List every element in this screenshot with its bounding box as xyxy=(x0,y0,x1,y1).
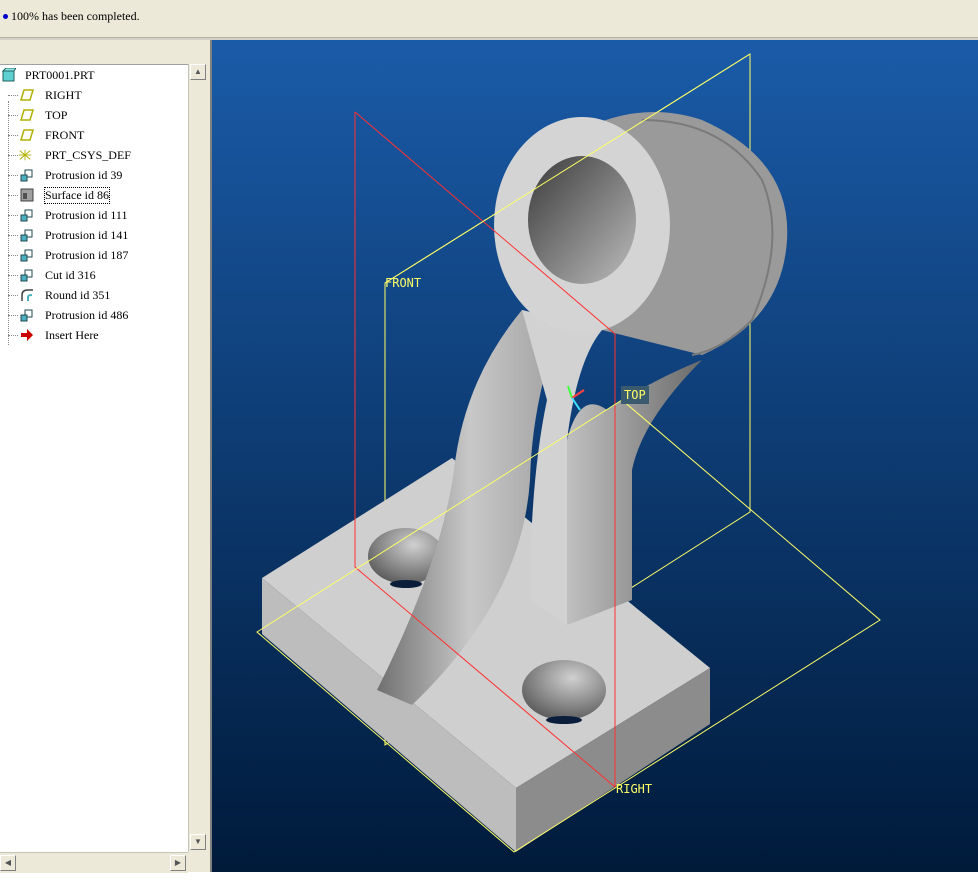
tree-vertical-scrollbar[interactable]: ▲ ▼ xyxy=(188,64,207,852)
surface-icon xyxy=(20,188,34,202)
tree-item-protrusion-111[interactable]: Protrusion id 111 xyxy=(0,205,188,225)
tree-item-csys[interactable]: PRT_CSYS_DEF xyxy=(0,145,188,165)
datum-plane-icon xyxy=(20,129,34,141)
tree-item-protrusion-486[interactable]: Protrusion id 486 xyxy=(0,305,188,325)
tree-item-label: RIGHT xyxy=(45,88,82,102)
tree-item-label: Protrusion id 486 xyxy=(45,308,129,322)
tree-root[interactable]: PRT0001.PRT xyxy=(0,65,188,85)
tree-item-label: TOP xyxy=(45,108,68,122)
scroll-right-button[interactable]: ▶ xyxy=(170,855,186,871)
part-icon xyxy=(2,68,16,82)
scroll-up-button[interactable]: ▲ xyxy=(190,64,206,80)
tree-item-front[interactable]: FRONT xyxy=(0,125,188,145)
front-plane-label: FRONT xyxy=(385,276,421,290)
datum-plane-icon xyxy=(20,89,34,101)
coordinate-system-icon xyxy=(18,149,32,161)
round-icon xyxy=(21,289,33,301)
protrusion-icon xyxy=(20,169,33,182)
tree-item-label: Cut id 316 xyxy=(45,268,96,282)
top-plane-label: TOP xyxy=(624,388,646,402)
message-text: 100% has been completed. xyxy=(11,9,140,23)
model-canvas[interactable]: FRONT TOP RIGHT xyxy=(212,40,978,872)
tree-item-top[interactable]: TOP xyxy=(0,105,188,125)
tree-item-label: PRT_CSYS_DEF xyxy=(45,148,131,162)
model-tree-panel: PRT0001.PRT RIGHT TOP FRONT PRT_CSYS_DEF xyxy=(0,40,210,893)
scroll-left-button[interactable]: ◀ xyxy=(0,855,16,871)
tree-item-label: Insert Here xyxy=(45,328,99,342)
tree-item-cut-316[interactable]: Cut id 316 xyxy=(0,265,188,285)
tree-item-protrusion-187[interactable]: Protrusion id 187 xyxy=(0,245,188,265)
tree-item-label: Protrusion id 187 xyxy=(45,248,129,262)
tree-item-label: FRONT xyxy=(45,128,85,142)
tree-item-label: Surface id 86 xyxy=(44,187,110,204)
tree-root-label: PRT0001.PRT xyxy=(25,68,95,82)
tree-item-label: Protrusion id 141 xyxy=(45,228,129,242)
tree-item-label: Protrusion id 111 xyxy=(45,208,128,222)
protrusion-icon xyxy=(20,309,33,322)
tree-item-insert-here[interactable]: Insert Here xyxy=(0,325,188,345)
message-bar: 100% has been completed. xyxy=(0,0,978,38)
tree-item-surface-86[interactable]: Surface id 86 xyxy=(0,185,188,205)
tree-horizontal-scrollbar[interactable]: ◀ ▶ xyxy=(0,852,188,873)
tree-item-label: Round id 351 xyxy=(45,288,111,302)
tree-item-protrusion-141[interactable]: Protrusion id 141 xyxy=(0,225,188,245)
scroll-down-button[interactable]: ▼ xyxy=(190,834,206,850)
message-bullet-icon xyxy=(3,14,8,19)
tree-item-label: Protrusion id 39 xyxy=(45,168,123,182)
tree-item-round-351[interactable]: Round id 351 xyxy=(0,285,188,305)
model-tree: PRT0001.PRT RIGHT TOP FRONT PRT_CSYS_DEF xyxy=(0,64,188,893)
tree-item-right[interactable]: RIGHT xyxy=(0,85,188,105)
graphics-viewport[interactable]: FRONT TOP RIGHT xyxy=(210,40,978,872)
right-plane-label: RIGHT xyxy=(616,782,652,796)
tree-item-protrusion-39[interactable]: Protrusion id 39 xyxy=(0,165,188,185)
boss-bore-hole xyxy=(528,156,636,284)
protrusion-icon xyxy=(20,229,33,242)
protrusion-icon xyxy=(20,249,33,262)
cut-icon xyxy=(20,269,33,282)
base-hole-right xyxy=(522,660,606,720)
insert-here-arrow-icon xyxy=(21,329,33,341)
datum-plane-icon xyxy=(20,109,34,121)
protrusion-icon xyxy=(20,209,33,222)
